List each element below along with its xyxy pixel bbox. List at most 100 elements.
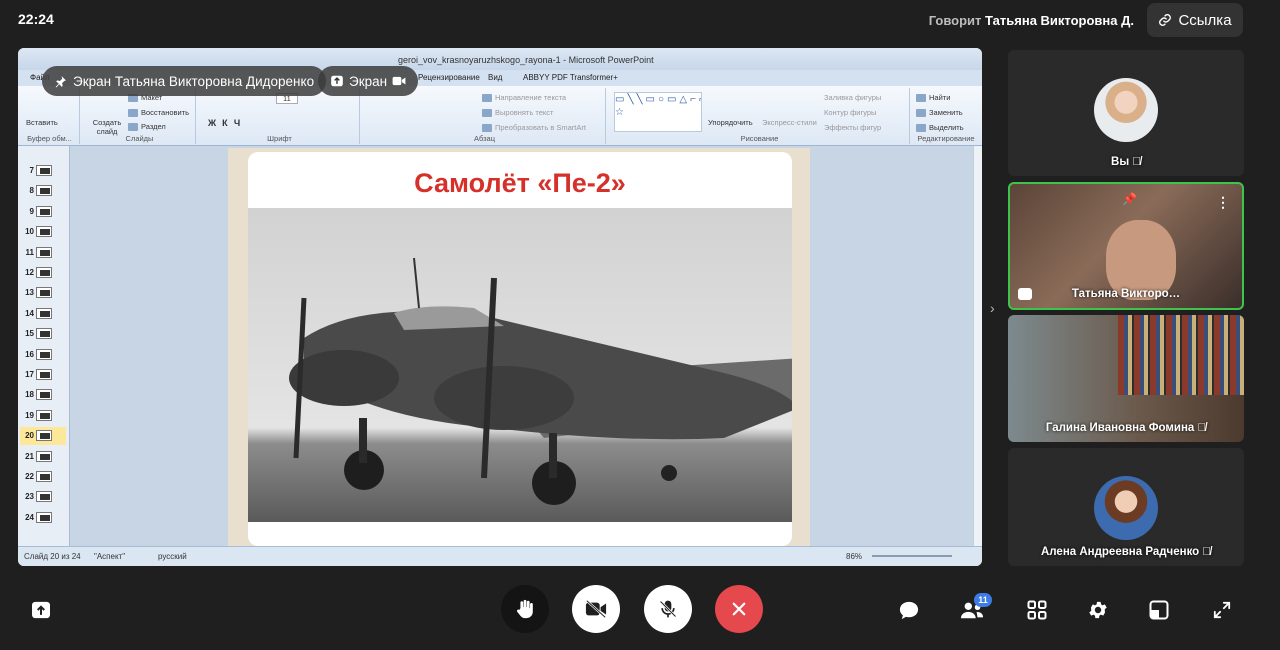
end-call-button[interactable]	[715, 585, 763, 633]
slide-thumbnail[interactable]: 19	[20, 407, 66, 425]
slide-editor[interactable]: Самолёт «Пе-2»	[70, 146, 973, 546]
ppt-tab-review[interactable]: Рецензирование	[418, 73, 480, 82]
slide-thumbnail[interactable]: 13	[20, 284, 66, 302]
chat-button[interactable]	[894, 595, 924, 625]
zoom-slider[interactable]	[872, 555, 952, 557]
ribbon-group-label: Буфер обм...	[27, 134, 72, 143]
font-format-buttons[interactable]: ЖКЧ	[208, 118, 246, 128]
slide-thumbnail-number: 7	[29, 166, 34, 175]
slide-thumbnails[interactable]: 7 8 9 10 11 12 13 14 15 16 17 18 19 20 21 22 23 24	[18, 146, 70, 546]
slide-thumbnail[interactable]: 9	[20, 203, 66, 221]
express-styles-button[interactable]: Экспресс-стили	[762, 118, 817, 127]
slide-thumbnail[interactable]: 7	[20, 162, 66, 180]
participant-tile-active-speaker[interactable]: 📌 ⋮ Татьяна Викторо…	[1008, 182, 1244, 310]
participant-tile-radchenko[interactable]: Алена Андреевна Радченко 🎙̸	[1008, 448, 1244, 566]
smartart-label: Преобразовать в SmartArt	[495, 123, 586, 132]
close-icon	[732, 602, 746, 616]
slide-thumbnail-preview	[36, 491, 52, 503]
ribbon-group-label: Рисование	[740, 134, 779, 143]
slide-thumbnail[interactable]: 14	[20, 305, 66, 323]
slide-info: Слайд 20 из 24	[24, 552, 81, 561]
settings-button[interactable]	[1083, 595, 1113, 625]
current-slide[interactable]: Самолёт «Пе-2»	[248, 152, 792, 546]
slide-thumbnail[interactable]: 16	[20, 346, 66, 364]
slide-thumbnail-preview	[36, 165, 52, 176]
copy-link-button[interactable]: Ссылка	[1147, 3, 1243, 37]
shape-outline-button[interactable]: Контур фигуры	[824, 108, 876, 117]
ppt-tab-abbyy[interactable]: ABBYY PDF Transformer+	[523, 73, 618, 82]
ppt-tab-view[interactable]: Вид	[488, 73, 502, 82]
ribbon-group-label: Шрифт	[267, 134, 292, 143]
paste-button[interactable]: Вставить	[26, 118, 58, 127]
slide-thumbnail[interactable]: 12	[20, 264, 66, 282]
slide-scrollbar[interactable]	[973, 146, 982, 546]
grid-icon	[1027, 600, 1047, 620]
avatar	[1094, 78, 1158, 142]
participant-tile-fomina[interactable]: Галина Ивановна Фомина 🎙̸	[1008, 315, 1244, 442]
ribbon-group-font: 11 ЖКЧ Шрифт	[200, 88, 360, 144]
slide-thumbnail-number: 13	[25, 288, 34, 298]
screen-owner-chip[interactable]: Экран Татьяна Викторовна Дидоренко	[42, 66, 327, 96]
microphone-toggle-button[interactable]	[644, 585, 692, 633]
slide-thumbnail-preview	[36, 389, 52, 401]
smartart-button[interactable]: Преобразовать в SmartArt	[482, 123, 586, 133]
slide-thumbnail[interactable]: 10	[20, 223, 66, 241]
slide-thumbnail[interactable]: 22	[20, 468, 66, 486]
align-text-button[interactable]: Выровнять текст	[482, 108, 553, 118]
aircraft-photo	[248, 208, 792, 522]
slide-thumbnail-number: 12	[25, 268, 34, 277]
slide-thumbnail[interactable]: 20	[20, 427, 66, 446]
top-bar: 22:24 Говорит Татьяна Викторовна Д. Ссыл…	[0, 0, 1280, 44]
slide-thumbnail[interactable]: 21	[20, 448, 66, 466]
shape-effects-button[interactable]: Эффекты фигур	[824, 123, 881, 132]
replace-button[interactable]: Заменить	[916, 108, 963, 118]
raise-hand-button[interactable]	[501, 585, 549, 633]
more-options-icon[interactable]: ⋮	[1216, 194, 1230, 211]
restore-icon	[128, 109, 138, 118]
gear-icon	[1089, 601, 1107, 619]
share-screen-button[interactable]	[26, 595, 56, 625]
find-button[interactable]: Найти	[916, 93, 951, 103]
slide-thumbnail[interactable]: 11	[20, 244, 66, 262]
slide-title: Самолёт «Пе-2»	[414, 168, 626, 198]
language[interactable]: русский	[158, 552, 187, 561]
shape-fill-button[interactable]: Заливка фигуры	[824, 93, 881, 102]
slide-thumbnail-number: 15	[25, 329, 34, 339]
section-icon	[128, 123, 138, 132]
slide-thumbnail-preview	[36, 348, 52, 360]
smartart-icon	[482, 124, 492, 133]
replace-label: Заменить	[929, 108, 963, 117]
slide-thumbnail[interactable]: 15	[20, 325, 66, 343]
align-text-icon	[482, 109, 492, 118]
collapse-panel-icon[interactable]: ›	[990, 300, 995, 316]
mic-off-icon: 🎙̸	[1132, 156, 1141, 168]
zoom-level[interactable]: 86%	[846, 552, 862, 561]
slide-thumbnail[interactable]: 18	[20, 386, 66, 404]
slide-thumbnail[interactable]: 24	[20, 509, 66, 527]
camera-toggle-button[interactable]	[572, 585, 620, 633]
find-label: Найти	[929, 93, 951, 102]
participant-tile-you[interactable]: Вы 🎙̸	[1008, 50, 1244, 176]
fullscreen-button[interactable]	[1207, 595, 1237, 625]
screen-chip[interactable]: Экран	[318, 66, 419, 96]
restore-label: Восстановить	[141, 108, 190, 117]
restore-button[interactable]: Восстановить	[128, 108, 190, 118]
layout-toggle-button[interactable]	[1144, 595, 1174, 625]
slide-thumbnail[interactable]: 8	[20, 182, 66, 200]
section-label: Раздел	[141, 122, 166, 131]
participant-name-text: Галина Ивановна Фомина	[1045, 422, 1195, 434]
slide-thumbnail[interactable]: 23	[20, 488, 66, 506]
section-button[interactable]: Раздел	[128, 122, 166, 132]
shapes-gallery[interactable]: ▭╲╲▭○▭△⌐⌐⇨○▭⌐╲⌐{}☆	[614, 92, 702, 132]
slide-thumbnail-preview	[36, 328, 52, 340]
select-button[interactable]: Выделить	[916, 123, 964, 133]
slide-thumbnail[interactable]: 17	[20, 366, 66, 384]
text-direction-button[interactable]: Направление текста	[482, 93, 567, 103]
pin-icon	[55, 75, 66, 87]
grid-view-button[interactable]	[1022, 595, 1052, 625]
text-direction-label: Направление текста	[495, 93, 567, 102]
shared-screen[interactable]: geroi_vov_krasnoyaruzhskogo_rayona-1 - M…	[18, 48, 982, 566]
slide-thumbnail-number: 21	[25, 451, 34, 461]
arrange-button[interactable]: Упорядочить	[708, 118, 753, 127]
slide-thumbnail-preview	[36, 267, 52, 278]
